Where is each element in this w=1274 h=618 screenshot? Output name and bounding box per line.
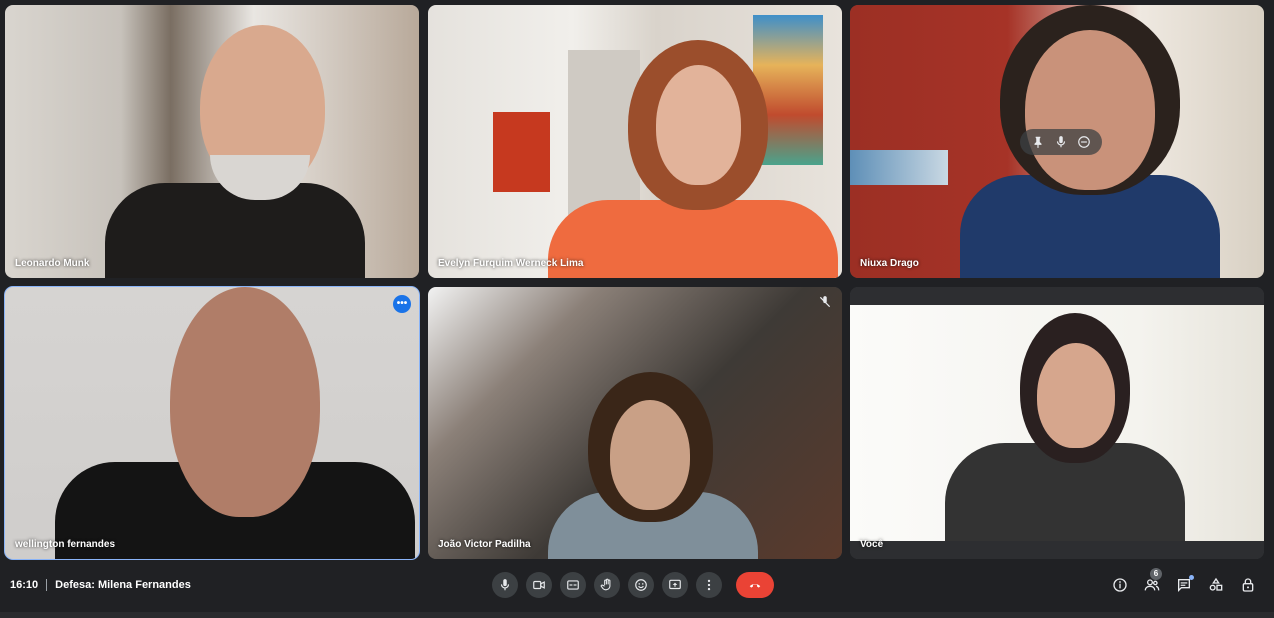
side-panel-controls: 6 bbox=[1112, 568, 1256, 593]
participant-video bbox=[55, 287, 415, 559]
participant-video bbox=[945, 313, 1185, 541]
camera-button[interactable] bbox=[526, 572, 552, 598]
participant-name: Evelyn Furquim Werneck Lima bbox=[438, 258, 584, 269]
participant-tile-evelyn[interactable]: Evelyn Furquim Werneck Lima bbox=[428, 5, 842, 278]
participant-name: João Victor Padilha bbox=[438, 539, 531, 550]
emoji-button[interactable] bbox=[628, 572, 654, 598]
people-button[interactable]: 6 bbox=[1144, 568, 1162, 593]
captions-icon bbox=[567, 580, 579, 590]
meeting-info: 16:10 Defesa: Milena Fernandes bbox=[10, 579, 191, 591]
people-count-badge: 6 bbox=[1150, 568, 1162, 580]
raise-hand-icon bbox=[600, 578, 611, 591]
participant-video bbox=[548, 372, 758, 559]
raise-hand-button[interactable] bbox=[594, 572, 620, 598]
call-controls bbox=[492, 572, 774, 598]
participant-name: wellington fernandes bbox=[15, 539, 116, 550]
more-vert-icon bbox=[707, 579, 711, 591]
end-call-button[interactable] bbox=[736, 572, 774, 598]
mute-icon[interactable] bbox=[1054, 135, 1068, 149]
bottom-strip bbox=[0, 612, 1274, 618]
participant-tile-joao[interactable]: João Victor Padilha bbox=[428, 287, 842, 559]
emoji-icon bbox=[635, 579, 647, 591]
microphone-button[interactable] bbox=[492, 572, 518, 598]
chat-button[interactable] bbox=[1176, 575, 1194, 593]
meeting-time: 16:10 bbox=[10, 579, 39, 591]
host-controls-icon bbox=[1242, 578, 1254, 592]
present-screen-icon bbox=[669, 579, 681, 590]
participant-tile-niuxa[interactable]: Niuxa Drago bbox=[850, 5, 1264, 278]
captions-button[interactable] bbox=[560, 572, 586, 598]
self-video-area bbox=[850, 305, 1264, 541]
participant-video bbox=[105, 15, 365, 278]
unread-dot bbox=[1189, 575, 1194, 580]
participant-tile-wellington[interactable]: ••• wellington fernandes bbox=[4, 286, 420, 560]
participant-name: Niuxa Drago bbox=[860, 258, 919, 269]
pin-icon[interactable] bbox=[1031, 135, 1045, 149]
activities-button[interactable] bbox=[1208, 577, 1224, 593]
host-controls-button[interactable] bbox=[1240, 577, 1256, 593]
info-icon bbox=[1113, 578, 1127, 592]
wall-painting bbox=[850, 150, 948, 185]
microphone-icon bbox=[500, 579, 510, 591]
participant-name: Você bbox=[860, 539, 884, 550]
more-options-button[interactable]: ••• bbox=[393, 295, 411, 313]
present-screen-button[interactable] bbox=[662, 572, 688, 598]
participant-tile-leonardo[interactable]: Leonardo Munk bbox=[5, 5, 419, 278]
activities-icon bbox=[1209, 577, 1223, 591]
divider bbox=[46, 579, 48, 591]
more-options-button[interactable] bbox=[696, 572, 722, 598]
meeting-control-bar: 16:10 Defesa: Milena Fernandes 6 bbox=[0, 566, 1274, 606]
muted-mic-icon bbox=[819, 296, 831, 308]
camera-icon bbox=[533, 580, 545, 590]
end-call-icon bbox=[749, 583, 761, 588]
meeting-details-button[interactable] bbox=[1112, 577, 1128, 593]
wall-painting bbox=[493, 112, 550, 192]
participant-tile-self[interactable]: Você bbox=[850, 287, 1264, 559]
tile-hover-controls bbox=[1020, 129, 1102, 155]
participant-video bbox=[548, 30, 842, 278]
meeting-title: Defesa: Milena Fernandes bbox=[55, 579, 191, 591]
remove-icon[interactable] bbox=[1077, 135, 1091, 149]
participant-name: Leonardo Munk bbox=[15, 258, 90, 269]
